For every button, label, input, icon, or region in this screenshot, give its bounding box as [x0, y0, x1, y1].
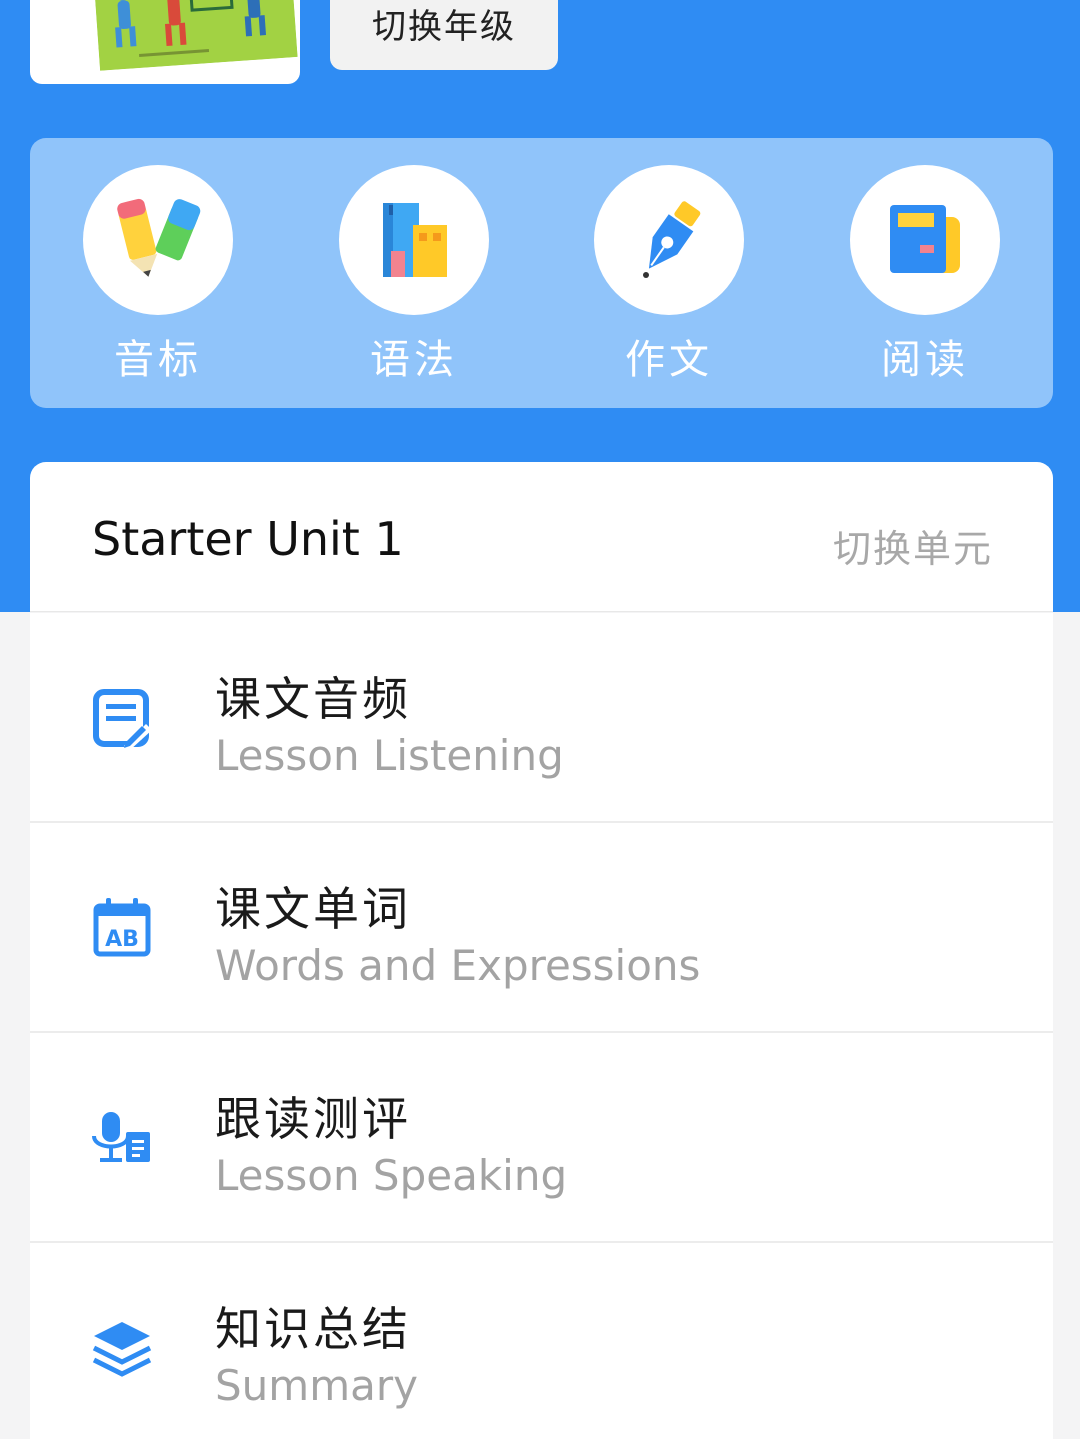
lesson-subtitle: Summary	[215, 1361, 418, 1410]
lesson-list: 课文音频 Lesson Listening AB 课文单词 Words and …	[30, 613, 1053, 1439]
switch-unit-button[interactable]: 切换单元	[833, 518, 993, 573]
textbook-cover-card[interactable]	[30, 0, 300, 84]
lesson-title: 课文音频	[215, 672, 411, 726]
microphone-icon	[92, 1112, 150, 1162]
unit-header: Starter Unit 1 切换单元	[30, 462, 1053, 612]
lesson-title: 跟读测评	[215, 1092, 411, 1146]
lesson-item-words[interactable]: AB 课文单词 Words and Expressions	[30, 823, 1053, 1033]
category-phonetics[interactable]: 音标	[83, 165, 233, 385]
lesson-title: 课文单词	[215, 882, 411, 936]
category-writing-circle	[594, 165, 744, 315]
book-icon	[890, 205, 960, 273]
category-panel: 音标 语法 作文 阅读	[30, 138, 1053, 408]
pen-nib-icon	[643, 201, 701, 278]
category-reading-circle	[850, 165, 1000, 315]
category-grammar-circle	[339, 165, 489, 315]
category-label: 音标	[114, 337, 202, 383]
category-label: 语法	[370, 337, 458, 383]
ab-calendar-icon: AB	[93, 898, 151, 957]
category-reading[interactable]: 阅读	[850, 165, 1000, 385]
svg-text:AB: AB	[105, 927, 139, 952]
unit-title: Starter Unit 1	[92, 512, 404, 566]
lesson-subtitle: Words and Expressions	[215, 941, 701, 990]
lesson-item-summary[interactable]: 知识总结 Summary	[30, 1243, 1053, 1439]
category-grammar[interactable]: 语法	[339, 165, 489, 385]
lesson-item-speaking[interactable]: 跟读测评 Lesson Speaking	[30, 1033, 1053, 1243]
category-label: 阅读	[881, 337, 969, 383]
buildings-icon	[383, 203, 447, 277]
pencils-icon	[117, 198, 201, 277]
layers-icon	[92, 1322, 152, 1377]
lesson-subtitle: Lesson Listening	[215, 731, 564, 780]
category-label: 作文	[625, 337, 713, 383]
lesson-subtitle: Lesson Speaking	[215, 1151, 568, 1200]
textbook-cover-image	[94, 0, 298, 71]
notes-edit-icon	[93, 689, 152, 750]
lesson-title: 知识总结	[215, 1302, 411, 1356]
category-writing[interactable]: 作文	[594, 165, 744, 385]
lesson-item-listening[interactable]: 课文音频 Lesson Listening	[30, 613, 1053, 823]
category-phonetics-circle	[83, 165, 233, 315]
switch-grade-button[interactable]: 切换年级	[330, 0, 558, 70]
